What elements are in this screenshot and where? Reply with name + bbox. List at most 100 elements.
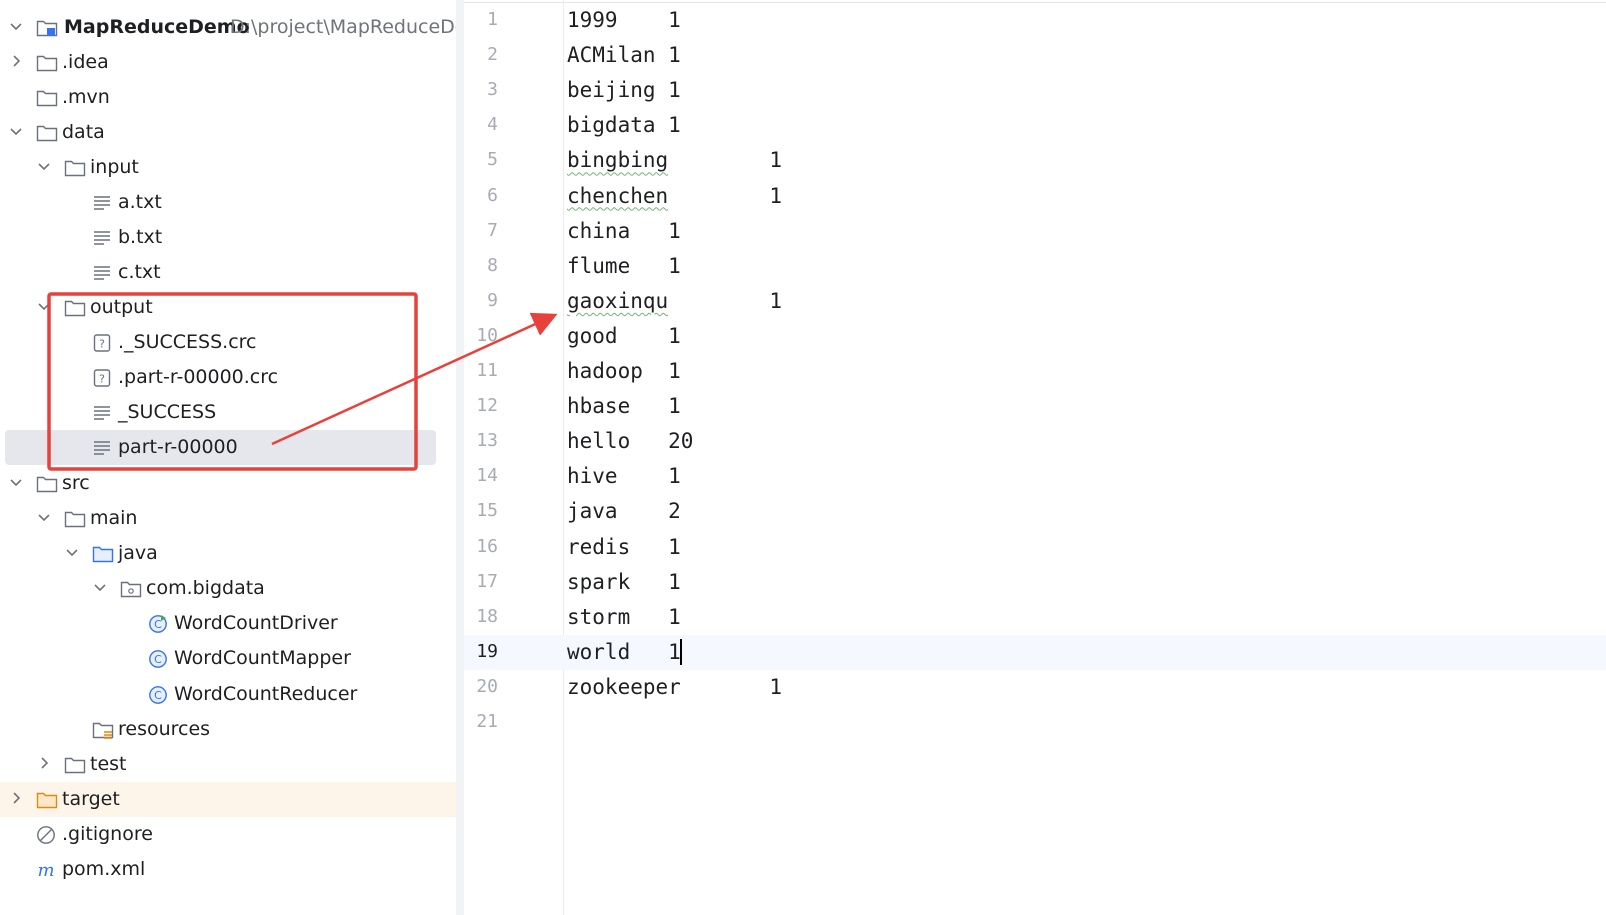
editor-line[interactable]: 5 bingbing 1 <box>464 143 1606 178</box>
tree-item-output[interactable]: output <box>0 290 456 325</box>
tree-item-wordcountdriver[interactable]: C WordCountDriver <box>0 606 456 641</box>
editor-line[interactable]: 8 flume 1 <box>464 249 1606 284</box>
chevron-down-icon[interactable] <box>8 123 24 139</box>
editor-line[interactable]: 20 zookeeper 1 <box>464 670 1606 705</box>
line-content[interactable]: gaoxinqu 1 <box>567 288 782 314</box>
editor-line[interactable]: 6 chenchen 1 <box>464 179 1606 214</box>
editor-line[interactable]: 15 java 2 <box>464 494 1606 529</box>
line-content[interactable]: spark 1 <box>567 569 681 595</box>
svg-text:C: C <box>154 653 162 666</box>
tree-item-success[interactable]: _SUCCESS <box>0 395 456 430</box>
tree-item-wordcountmapper[interactable]: C WordCountMapper <box>0 641 456 676</box>
word-token: gaoxinqu <box>567 288 669 313</box>
tree-item-gitignore[interactable]: .gitignore <box>0 817 456 852</box>
tree-item-pom-xml[interactable]: m pom.xml <box>0 852 456 887</box>
chevron-right-icon[interactable] <box>8 53 24 69</box>
line-content[interactable]: good 1 <box>567 323 681 349</box>
line-content[interactable]: world 1 <box>567 638 682 665</box>
editor-line[interactable]: 21 <box>464 705 1606 740</box>
line-content[interactable]: storm 1 <box>567 604 681 630</box>
line-number: 18 <box>476 605 498 627</box>
count-token: 1 <box>668 604 681 629</box>
editor-line[interactable]: 9 gaoxinqu 1 <box>464 284 1606 319</box>
line-content[interactable]: hbase 1 <box>567 393 681 419</box>
editor-line[interactable]: 4 bigdata 1 <box>464 108 1606 143</box>
line-content[interactable]: 1999 1 <box>567 7 681 33</box>
chevron-down-icon[interactable] <box>64 544 80 560</box>
tree-item-src[interactable]: src <box>0 466 456 501</box>
tree-item-part-r-00000[interactable]: part-r-00000 <box>5 430 436 465</box>
chevron-right-icon[interactable] <box>36 755 52 771</box>
tree-item-idea[interactable]: .idea <box>0 45 456 80</box>
line-content[interactable]: redis 1 <box>567 534 681 560</box>
line-number: 7 <box>487 219 498 241</box>
count-token: 20 <box>668 429 694 454</box>
editor-line[interactable]: 14 hive 1 <box>464 459 1606 494</box>
chevron-down-icon[interactable] <box>36 298 52 314</box>
line-content[interactable]: flume 1 <box>567 253 681 279</box>
editor-line[interactable]: 18 storm 1 <box>464 600 1606 635</box>
tree-item-c-txt[interactable]: c.txt <box>0 255 456 290</box>
editor-line[interactable]: 19 world 1 <box>464 634 1606 670</box>
editor-line[interactable]: 10 good 1 <box>464 319 1606 354</box>
line-content[interactable]: java 2 <box>567 498 681 524</box>
editor-line[interactable]: 13 hello 20 <box>464 424 1606 459</box>
chevron-right-icon[interactable] <box>8 790 24 806</box>
line-content[interactable]: bigdata 1 <box>567 112 681 138</box>
line-content[interactable]: china 1 <box>567 218 681 244</box>
tree-item-java[interactable]: java <box>0 536 456 571</box>
svg-text:C: C <box>154 689 162 702</box>
chevron-down-icon[interactable] <box>8 18 24 34</box>
line-content[interactable]: chenchen 1 <box>567 183 782 209</box>
line-content[interactable]: beijing 1 <box>567 77 681 103</box>
text-file-icon <box>94 441 110 455</box>
tree-item-mvn[interactable]: .mvn <box>0 80 456 115</box>
chevron-down-icon[interactable] <box>8 474 24 490</box>
tree-item-resources[interactable]: resources <box>0 712 456 747</box>
tree-item-data[interactable]: data <box>0 115 456 150</box>
ignore-file-icon <box>37 826 55 844</box>
line-content[interactable]: hello 20 <box>567 428 693 454</box>
tree-item-label: c.txt <box>118 261 161 283</box>
line-content[interactable]: ACMilan 1 <box>567 42 681 68</box>
editor-line[interactable]: 3 beijing 1 <box>464 73 1606 108</box>
word-token: redis <box>567 534 631 559</box>
project-root[interactable]: MapReduceDemo D:\project\MapReduceDem <box>0 10 456 45</box>
line-number: 6 <box>487 184 498 206</box>
word-token: hbase <box>567 394 631 419</box>
tree-item-com-bigdata[interactable]: com.bigdata <box>0 571 456 606</box>
tree-item-part-r-00000-crc[interactable]: ? .part-r-00000.crc <box>0 360 456 395</box>
line-content[interactable]: hadoop 1 <box>567 358 681 384</box>
editor-line[interactable]: 1 1999 1 <box>464 3 1606 38</box>
editor-line[interactable]: 17 spark 1 <box>464 565 1606 600</box>
editor-line[interactable]: 16 redis 1 <box>464 530 1606 565</box>
tree-item-wordcountreducer[interactable]: C WordCountReducer <box>0 677 456 712</box>
tree-item-test[interactable]: test <box>0 747 456 782</box>
tree-item-input[interactable]: input <box>0 150 456 185</box>
tree-item-label: data <box>62 121 105 143</box>
editor-line[interactable]: 7 china 1 <box>464 214 1606 249</box>
panel-splitter[interactable] <box>456 0 464 915</box>
editor-line[interactable]: 2 ACMilan 1 <box>464 38 1606 73</box>
tree-item-main[interactable]: main <box>0 501 456 536</box>
count-token: 1 <box>769 183 782 208</box>
line-content[interactable]: zookeeper 1 <box>567 674 782 700</box>
project-root-path: D:\project\MapReduceDem <box>230 16 456 38</box>
editor-line[interactable]: 11 hadoop 1 <box>464 354 1606 389</box>
tree-item-label: java <box>118 542 158 564</box>
line-content[interactable]: hive 1 <box>567 463 681 489</box>
word-token: hive <box>567 464 618 489</box>
chevron-down-icon[interactable] <box>36 509 52 525</box>
word-token: beijing <box>567 78 656 103</box>
tree-item-label: .mvn <box>62 86 110 108</box>
folder-icon <box>64 160 86 177</box>
tree-item-target[interactable]: target <box>0 782 456 817</box>
line-content[interactable]: bingbing 1 <box>567 147 782 173</box>
word-token: bingbing <box>567 148 669 173</box>
chevron-down-icon[interactable] <box>92 579 108 595</box>
editor-line[interactable]: 12 hbase 1 <box>464 389 1606 424</box>
tree-item-b-txt[interactable]: b.txt <box>0 220 456 255</box>
tree-item-a-txt[interactable]: a.txt <box>0 185 456 220</box>
tree-item-success-crc[interactable]: ? ._SUCCESS.crc <box>0 325 456 360</box>
chevron-down-icon[interactable] <box>36 158 52 174</box>
